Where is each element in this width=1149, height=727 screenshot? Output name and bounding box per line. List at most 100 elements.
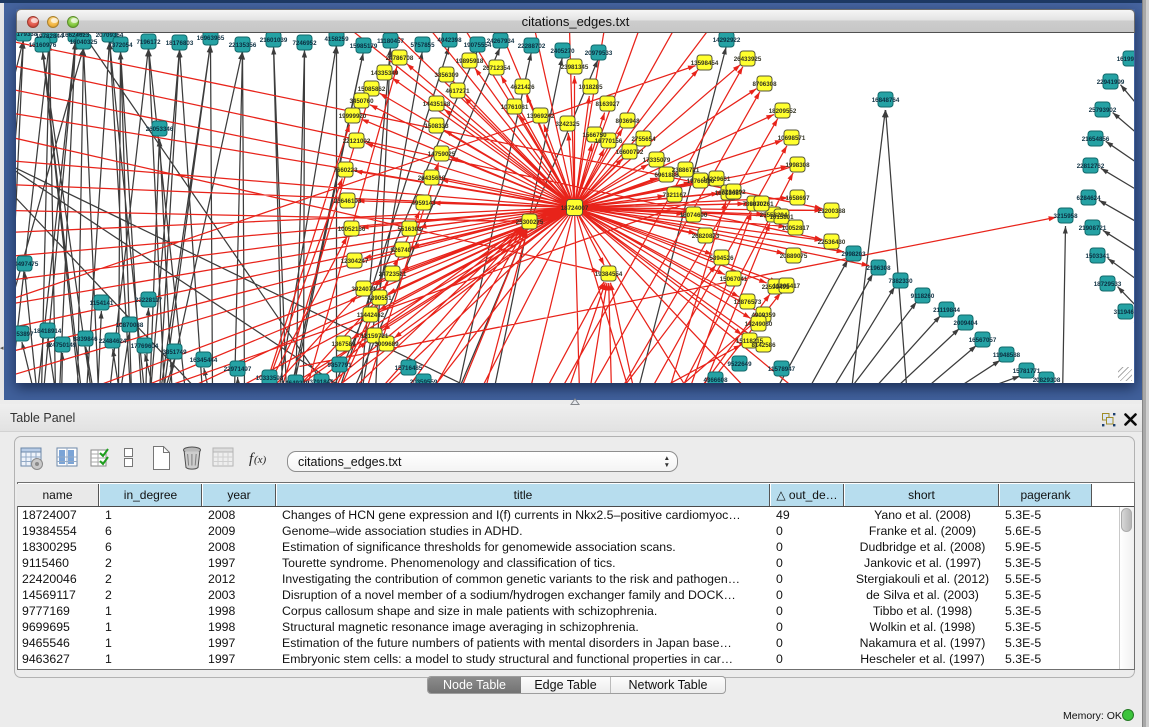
svg-text:5516308: 5516308: [397, 226, 422, 233]
svg-text:21908721: 21908721: [1079, 225, 1107, 232]
svg-text:14249080: 14249080: [745, 321, 773, 328]
svg-text:3450760: 3450760: [349, 98, 374, 105]
svg-text:6284624: 6284624: [1076, 195, 1101, 202]
svg-text:2998203: 2998203: [841, 251, 866, 258]
svg-text:11442462: 11442462: [357, 312, 385, 319]
svg-text:23981345: 23981345: [561, 64, 589, 71]
svg-text:14435188: 14435188: [423, 101, 451, 108]
svg-text:22121002: 22121002: [343, 138, 371, 145]
svg-text:7372054: 7372054: [108, 42, 133, 49]
svg-text:4617271: 4617271: [445, 88, 470, 95]
svg-text:21200388: 21200388: [818, 208, 846, 215]
svg-text:15085862: 15085862: [358, 86, 386, 93]
svg-text:(x): (x): [254, 454, 267, 466]
svg-text:7284992: 7284992: [721, 189, 746, 196]
svg-text:22971497: 22971497: [224, 366, 252, 373]
svg-text:14292922: 14292922: [713, 37, 741, 44]
svg-text:21654856: 21654856: [1082, 136, 1110, 143]
svg-text:16179338: 16179338: [16, 33, 38, 38]
svg-text:20889075: 20889075: [780, 253, 808, 260]
svg-text:13969242: 13969242: [527, 113, 555, 120]
svg-text:14759025: 14759025: [428, 151, 456, 158]
svg-text:25300275: 25300275: [516, 219, 544, 226]
svg-text:2755654: 2755654: [631, 136, 656, 143]
svg-text:10052817: 10052817: [782, 225, 810, 232]
svg-text:17335079: 17335079: [643, 157, 671, 164]
svg-text:11180457: 11180457: [377, 38, 404, 45]
svg-text:3215958: 3215958: [1053, 213, 1078, 220]
svg-text:7382330: 7382330: [888, 278, 913, 285]
svg-text:24750149: 24750149: [49, 342, 77, 349]
svg-text:19895918: 19895918: [456, 58, 484, 65]
svg-text:3924074: 3924074: [351, 286, 376, 293]
svg-text:9522649: 9522649: [727, 361, 752, 368]
svg-text:4366608: 4366608: [703, 377, 728, 383]
svg-text:8142586: 8142586: [751, 342, 776, 349]
svg-text:4959143: 4959143: [411, 200, 436, 207]
svg-text:14335349: 14335349: [371, 70, 399, 77]
svg-text:23886721: 23886721: [672, 167, 700, 174]
svg-text:20709364: 20709364: [96, 33, 124, 39]
svg-text:3119463: 3119463: [1114, 309, 1134, 316]
svg-text:1998308: 1998308: [785, 162, 810, 169]
svg-text:5394526: 5394526: [709, 255, 734, 262]
svg-text:20979533: 20979533: [585, 50, 613, 57]
svg-text:16600792: 16600792: [616, 149, 644, 156]
svg-text:19384554: 19384554: [595, 271, 623, 278]
svg-text:1018285: 1018285: [578, 84, 603, 91]
svg-text:21119844: 21119844: [933, 307, 960, 314]
svg-text:22135356: 22135356: [229, 42, 257, 49]
svg-text:8163927: 8163927: [595, 101, 620, 108]
svg-text:2196308: 2196308: [866, 265, 891, 272]
svg-text:4390551: 4390551: [367, 295, 392, 302]
svg-text:16567057: 16567057: [969, 337, 997, 344]
svg-text:9857791: 9857791: [327, 362, 352, 369]
svg-text:26712354: 26712354: [483, 65, 511, 72]
svg-text:3791845: 3791845: [309, 379, 334, 383]
svg-text:15716485: 15716485: [395, 365, 423, 372]
svg-text:16160976: 16160976: [29, 42, 57, 49]
svg-text:26053346: 26053346: [146, 126, 174, 133]
svg-text:10761081: 10761081: [501, 104, 529, 111]
svg-text:2009404: 2009404: [953, 320, 978, 327]
svg-text:9118260: 9118260: [911, 293, 935, 300]
svg-text:10052166: 10052166: [338, 226, 366, 233]
svg-text:4158259: 4158259: [324, 36, 349, 43]
svg-text:15067041: 15067041: [720, 276, 748, 283]
svg-text:14649229: 14649229: [282, 380, 310, 383]
svg-text:2405270: 2405270: [550, 48, 575, 55]
svg-text:14229661: 14229661: [703, 176, 731, 183]
svg-text:3356309: 3356309: [434, 72, 459, 79]
svg-text:10333598: 10333598: [256, 375, 284, 382]
svg-text:16345444: 16345444: [190, 357, 218, 364]
svg-text:11948588: 11948588: [993, 352, 1021, 359]
svg-text:11205417: 11205417: [773, 283, 801, 290]
svg-text:3851749: 3851749: [162, 349, 187, 356]
svg-text:19497475: 19497475: [16, 261, 39, 268]
svg-text:1154141: 1154141: [90, 300, 114, 307]
svg-text:7553897: 7553897: [16, 331, 34, 338]
svg-text:7246952: 7246952: [292, 40, 317, 47]
svg-text:18176803: 18176803: [166, 40, 194, 47]
svg-text:22941999: 22941999: [1097, 79, 1125, 86]
svg-text:8839846: 8839846: [73, 336, 98, 343]
svg-text:4042398: 4042398: [437, 37, 462, 44]
svg-text:19782844: 19782844: [36, 33, 64, 40]
svg-text:10870088: 10870088: [116, 322, 144, 329]
svg-text:4909359: 4909359: [751, 312, 776, 319]
svg-text:16770156: 16770156: [595, 138, 623, 145]
svg-text:25793902: 25793902: [1089, 107, 1117, 114]
svg-text:3009689: 3009689: [374, 341, 399, 348]
svg-text:24786708: 24786708: [386, 55, 414, 62]
svg-text:8036948: 8036948: [615, 118, 640, 125]
svg-text:9267407: 9267407: [390, 247, 415, 254]
svg-text:22536430: 22536430: [818, 239, 846, 246]
svg-text:26820873: 26820873: [692, 233, 720, 240]
svg-text:19999920: 19999920: [339, 113, 367, 120]
svg-text:16963965: 16963965: [197, 35, 225, 42]
svg-text:24723521: 24723521: [379, 271, 407, 278]
svg-text:11578947: 11578947: [768, 366, 796, 373]
svg-text:22484624: 22484624: [99, 338, 127, 345]
svg-text:7196172: 7196172: [136, 39, 161, 46]
svg-text:22812762: 22812762: [1077, 163, 1105, 170]
